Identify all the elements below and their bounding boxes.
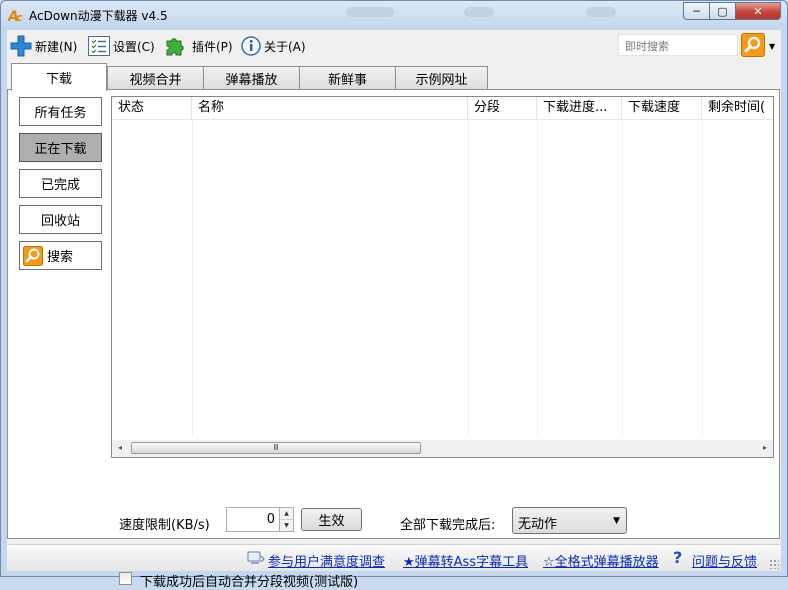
close-button[interactable]: ✕ [736,2,781,20]
filter-completed-button[interactable]: 已完成 [19,169,102,198]
app-logo-icon: A c [8,9,23,23]
after-complete-label: 全部下载完成后: [400,518,496,533]
magnifier-icon [23,245,43,266]
scroll-left-arrow-icon[interactable]: ◂ [118,443,122,452]
blurred-title-region [586,7,616,17]
tab-video-merge[interactable]: 视频合并 [107,66,204,90]
filter-search-button[interactable]: 搜索 [19,241,102,270]
column-header-status[interactable]: 状态 [112,97,192,119]
column-divider [537,119,538,437]
survey-icon [247,551,265,564]
info-icon [241,36,261,56]
speed-limit-input[interactable]: 0 [226,507,280,532]
speed-limit-spinner[interactable]: ▲ ▼ [280,507,294,532]
auto-merge-checkbox[interactable] [119,572,132,585]
instant-search-input[interactable] [623,36,739,56]
resize-grip[interactable] [769,559,779,569]
title-bar[interactable]: A c AcDown动漫下载器 v4.5 ─ ▢ ✕ [1,1,787,29]
table-header: 状态 名称 分段 下载进度... 下载速度 剩余时间( [112,97,773,120]
column-header-remaining-time[interactable]: 剩余时间( [702,97,773,119]
speed-limit-label: 速度限制(KB/s) [119,518,210,533]
maximize-button[interactable]: ▢ [710,2,736,20]
puzzle-icon [166,38,184,56]
minimize-button[interactable]: ─ [683,2,710,20]
filter-all-tasks-button[interactable]: 所有任务 [19,97,102,126]
chevron-down-icon: ▼ [613,516,620,526]
tab-download[interactable]: 下载 [11,63,107,91]
auto-merge-label[interactable]: 下载成功后自动合并分段视频(测试版) [140,571,358,590]
column-header-segment[interactable]: 分段 [468,97,537,119]
client-area: 新建(N) 设置(C) 插件(P) 关于(A) 即时搜索 ▼ 下载 视频合并 弹… [7,30,781,590]
apply-speed-button[interactable]: 生效 [301,508,362,531]
danmaku-to-ass-link[interactable]: ★弹幕转Ass字幕工具 [403,551,528,570]
app-window: A c AcDown动漫下载器 v4.5 ─ ▢ ✕ 新建(N) 设置(C) 插… [0,0,788,590]
filter-downloading-button[interactable]: 正在下载 [19,133,102,162]
spin-up-icon[interactable]: ▲ [280,508,293,519]
spin-down-icon[interactable]: ▼ [280,519,293,531]
survey-link[interactable]: 参与用户满意度调查 [268,551,385,570]
column-header-name[interactable]: 名称 [192,97,468,119]
tab-danmaku-player[interactable]: 弹幕播放 [203,66,300,90]
filter-recycle-bin-button[interactable]: 回收站 [19,205,102,234]
plus-icon [10,35,32,57]
feedback-link[interactable]: 问题与反馈 [692,551,757,570]
download-tab-page: 所有任务 正在下载 已完成 回收站 搜索 状态 名称 分段 下载进度... 下载… [7,89,780,590]
column-header-speed[interactable]: 下载速度 [622,97,702,119]
blurred-title-region [346,7,394,17]
danmaku-player-link[interactable]: ☆全格式弹幕播放器 [543,551,659,570]
menu-settings[interactable]: 设置(C) [87,34,155,58]
column-divider [468,119,469,437]
column-header-progress[interactable]: 下载进度... [537,97,622,119]
scroll-right-arrow-icon[interactable]: ▸ [763,443,767,452]
menu-bar: 新建(N) 设置(C) 插件(P) 关于(A) 即时搜索 ▼ [7,30,781,62]
column-divider [622,119,623,437]
svg-text:c: c [16,11,23,23]
status-bar: 参与用户满意度调查 ★弹幕转Ass字幕工具 ☆全格式弹幕播放器 ? 问题与反馈 [7,544,781,571]
search-button[interactable] [741,33,765,57]
search-dropdown-arrow-icon[interactable]: ▼ [769,42,775,51]
menu-new[interactable]: 新建(N) [9,34,77,58]
horizontal-scrollbar[interactable]: ◂ Ⅲ ▸ [112,440,773,457]
main-tabs: 下载 视频合并 弹幕播放 新鲜事 示例网址 [7,63,781,91]
window-title: AcDown动漫下载器 v4.5 [29,9,168,23]
settings-list-icon [88,36,110,56]
menu-about[interactable]: 关于(A) [240,34,306,58]
task-list-table[interactable]: 状态 名称 分段 下载进度... 下载速度 剩余时间( ◂ Ⅲ ▸ [111,96,774,458]
after-complete-select[interactable]: 无动作 ▼ [512,507,627,534]
instant-search-field[interactable] [618,34,739,56]
column-divider [192,119,193,437]
scrollbar-thumb[interactable]: Ⅲ [131,442,421,454]
column-divider [702,119,703,437]
tab-sample-urls[interactable]: 示例网址 [395,66,488,90]
magnifier-icon [744,36,761,53]
help-question-icon: ? [673,548,683,567]
blurred-title-region [464,7,494,17]
tab-news[interactable]: 新鲜事 [299,66,396,90]
menu-plugins[interactable]: 插件(P) [164,34,233,58]
